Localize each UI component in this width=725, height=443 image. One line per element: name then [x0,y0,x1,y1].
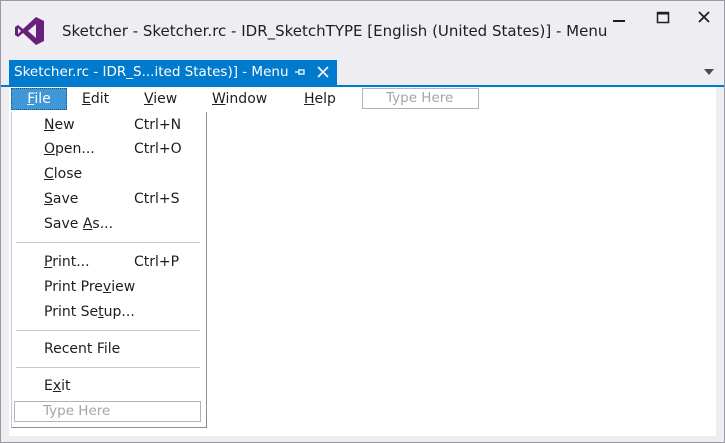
menu-item-exit[interactable]: Exit [12,374,206,398]
close-icon[interactable] [689,7,719,29]
menu-item-new[interactable]: New Ctrl+N [12,113,206,137]
menu-item-recent-file[interactable]: Recent File [12,337,206,361]
shortcut-label: Ctrl+S [134,191,180,207]
menu-separator [16,330,200,331]
menu-item-save[interactable]: Save Ctrl+S [12,187,206,211]
app-window: Sketcher - Sketcher.rc - IDR_SketchTYPE … [0,0,725,443]
menu-window[interactable]: Window [212,88,267,110]
menu-designer-canvas: File Edit View Window Help Type Here New… [9,87,716,436]
tab-close-icon[interactable] [316,65,330,79]
visual-studio-logo-icon [15,17,44,45]
menu-help[interactable]: Help [304,88,336,110]
dropdown-type-here-input[interactable]: Type Here [14,401,201,422]
menu-file[interactable]: File [11,88,67,110]
pin-icon[interactable] [292,65,306,79]
minimize-icon[interactable] [604,7,634,29]
menu-item-print[interactable]: Print... Ctrl+P [12,250,206,274]
menu-item-close[interactable]: Close [12,162,206,186]
file-dropdown-menu: New Ctrl+N Open... Ctrl+O Close Save Ctr… [11,112,207,428]
menu-view[interactable]: View [144,88,177,110]
shortcut-label: Ctrl+P [134,254,180,270]
maximize-icon[interactable] [648,7,678,29]
menu-item-print-preview[interactable]: Print Preview [12,275,206,299]
menu-item-open[interactable]: Open... Ctrl+O [12,137,206,161]
menubar-type-here-input[interactable]: Type Here [362,88,479,109]
menu-separator [16,367,200,368]
window-title: Sketcher - Sketcher.rc - IDR_SketchTYPE … [62,22,608,40]
shortcut-label: Ctrl+N [134,117,182,133]
shortcut-label: Ctrl+O [134,141,182,157]
menu-item-save-as[interactable]: Save As... [12,212,206,236]
menu-edit[interactable]: Edit [82,88,109,110]
title-bar: Sketcher - Sketcher.rc - IDR_SketchTYPE … [1,1,724,57]
tab-label: Sketcher.rc - IDR_S...ited States)] - Me… [14,64,289,80]
menu-item-print-setup[interactable]: Print Setup... [12,300,206,324]
menu-separator [16,242,200,243]
chevron-down-icon[interactable] [703,68,715,76]
document-tab[interactable]: Sketcher.rc - IDR_S...ited States)] - Me… [9,60,337,85]
menu-bar: File Edit View Window Help Type Here [9,87,716,112]
